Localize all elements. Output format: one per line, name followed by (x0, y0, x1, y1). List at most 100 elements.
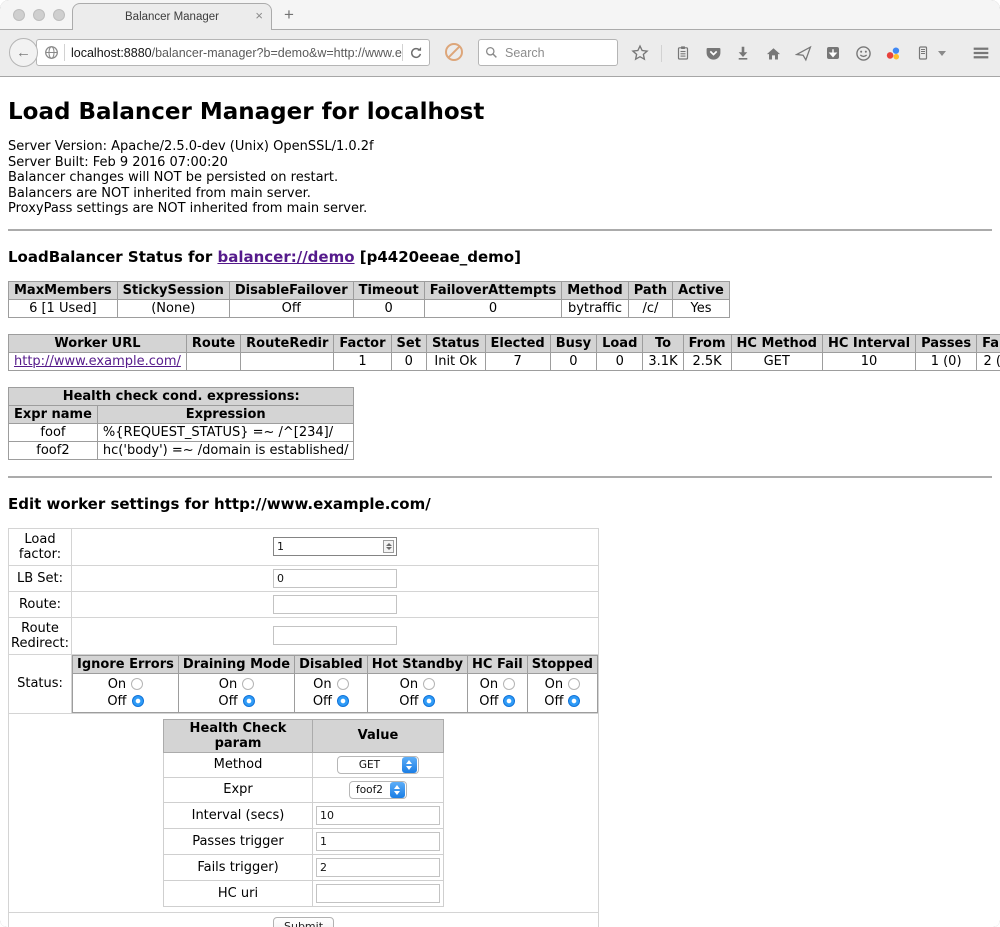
radio-hc-fail-on[interactable] (503, 678, 515, 690)
load-factor-label: Load factor: (9, 528, 72, 565)
site-identity[interactable] (37, 45, 64, 60)
downloads-icon[interactable] (734, 44, 752, 62)
send-tab-icon[interactable] (794, 44, 812, 62)
col-load: Load (597, 334, 643, 352)
home-icon[interactable] (764, 44, 782, 62)
on-label: On (313, 677, 331, 692)
on-label: On (108, 677, 126, 692)
balancers-notice-line: Balancers are NOT inherited from main se… (8, 186, 992, 202)
cell-maxmembers: 6 [1 Used] (9, 299, 118, 317)
radio-disabled-off[interactable] (337, 695, 349, 707)
off-label: Off (313, 694, 332, 709)
status-toggle-table: Ignore Errors Draining Mode Disabled Hot… (72, 655, 598, 713)
passes-input[interactable] (316, 832, 440, 851)
lb-set-input[interactable] (273, 569, 397, 588)
zoom-window-button[interactable] (53, 9, 65, 21)
radio-hot-standby-off[interactable] (423, 695, 435, 707)
on-label: On (545, 677, 563, 692)
radio-ignore-errors-off[interactable] (132, 695, 144, 707)
form-row-health-check: Health Check param Value Method GET Expr… (9, 713, 599, 912)
new-tab-button[interactable]: + (284, 5, 294, 25)
radio-ignore-errors-on[interactable] (131, 678, 143, 690)
fails-input[interactable] (316, 858, 440, 877)
radio-stopped-off[interactable] (568, 695, 580, 707)
on-label: On (219, 677, 237, 692)
col-hot-standby: Hot Standby (367, 655, 467, 673)
browser-window: Balancer Manager × + ← localhost:8880/ba… (0, 0, 1000, 927)
reading-list-icon[interactable] (674, 44, 692, 62)
back-button[interactable]: ← (9, 38, 38, 67)
load-factor-input[interactable] (273, 537, 397, 556)
table-title-row: Health check cond. expressions: (9, 387, 354, 405)
bookmark-star-icon[interactable] (631, 44, 649, 62)
chevron-down-icon[interactable] (938, 51, 946, 56)
content-blocked-icon[interactable] (445, 43, 463, 61)
menu-hamburger-icon[interactable] (972, 44, 990, 62)
cell-active: Yes (673, 299, 730, 317)
cell-expr-name: foof (9, 423, 98, 441)
cell-hc-method: GET (731, 352, 822, 370)
feedback-smiley-icon[interactable] (854, 44, 872, 62)
cell-failoverattempts: 0 (424, 299, 562, 317)
table-header-row: MaxMembers StickySession DisableFailover… (9, 281, 730, 299)
url-bar[interactable]: localhost:8880/balancer-manager?b=demo&w… (36, 39, 430, 66)
url-path: /balancer-manager?b=demo&w=http://www.ex… (152, 46, 402, 60)
close-window-button[interactable] (13, 9, 25, 21)
url-host: localhost:8880 (71, 46, 152, 60)
route-redirect-input[interactable] (273, 626, 397, 645)
radio-row: On Off On Off On Off (73, 673, 598, 712)
method-label: Method (164, 752, 313, 777)
status-cell-stopped: On Off (527, 673, 597, 712)
expr-select-value: foof2 (350, 784, 389, 796)
cell-route (186, 352, 240, 370)
radio-hot-standby-on[interactable] (423, 678, 435, 690)
method-select[interactable]: GET (337, 756, 419, 774)
pocket-icon[interactable] (704, 44, 722, 62)
radio-draining-mode-off[interactable] (243, 695, 255, 707)
cell-routeredir (241, 352, 334, 370)
cell-method: bytraffic (562, 299, 628, 317)
balancer-demo-link[interactable]: balancer://demo (217, 248, 354, 266)
status-heading-suffix: [p4420eeae_demo] (355, 248, 521, 266)
table-row: foof %{REQUEST_STATUS} =~ /^[234]/ (9, 423, 354, 441)
col-to: To (643, 334, 683, 352)
sidebar-panel-icon[interactable] (914, 44, 932, 62)
save-page-icon[interactable] (824, 44, 842, 62)
off-label: Off (479, 694, 498, 709)
search-input[interactable] (503, 45, 611, 61)
reload-button[interactable] (403, 46, 429, 60)
radio-draining-mode-on[interactable] (242, 678, 254, 690)
cell-from: 2.5K (683, 352, 731, 370)
submit-button[interactable]: Submit (273, 917, 334, 927)
minimize-window-button[interactable] (33, 9, 45, 21)
off-label: Off (218, 694, 237, 709)
radio-stopped-on[interactable] (568, 678, 580, 690)
col-route: Route (186, 334, 240, 352)
tab-close-icon[interactable]: × (255, 8, 263, 23)
hc-uri-input[interactable] (316, 884, 440, 903)
col-hc-method: HC Method (731, 334, 822, 352)
radio-disabled-on[interactable] (337, 678, 349, 690)
tab-balancer-manager[interactable]: Balancer Manager × (72, 3, 272, 30)
tab-title: Balancer Manager (125, 11, 219, 23)
radio-hc-fail-off[interactable] (503, 695, 515, 707)
lb-set-label: LB Set: (9, 565, 72, 591)
worker-url-link[interactable]: http://www.example.com/ (14, 354, 181, 369)
route-input[interactable] (273, 595, 397, 614)
server-info: Server Version: Apache/2.5.0-dev (Unix) … (8, 139, 992, 217)
col-worker-url: Worker URL (9, 334, 187, 352)
col-draining-mode: Draining Mode (178, 655, 294, 673)
number-stepper-icon[interactable] (383, 540, 394, 553)
status-cell-disabled: On Off (295, 673, 368, 712)
fails-label: Fails trigger) (164, 854, 313, 880)
cell-elected: 7 (485, 352, 550, 370)
interval-input[interactable] (316, 806, 440, 825)
divider (8, 229, 992, 231)
colored-dots-extension-icon[interactable] (884, 44, 902, 62)
select-stepper-icon (402, 757, 417, 773)
col-hc-interval: HC Interval (822, 334, 915, 352)
url-text[interactable]: localhost:8880/balancer-manager?b=demo&w… (65, 46, 402, 60)
hc-row-expr: Expr foof2 (164, 777, 444, 802)
search-bar[interactable] (478, 39, 618, 66)
expr-select[interactable]: foof2 (349, 781, 407, 799)
